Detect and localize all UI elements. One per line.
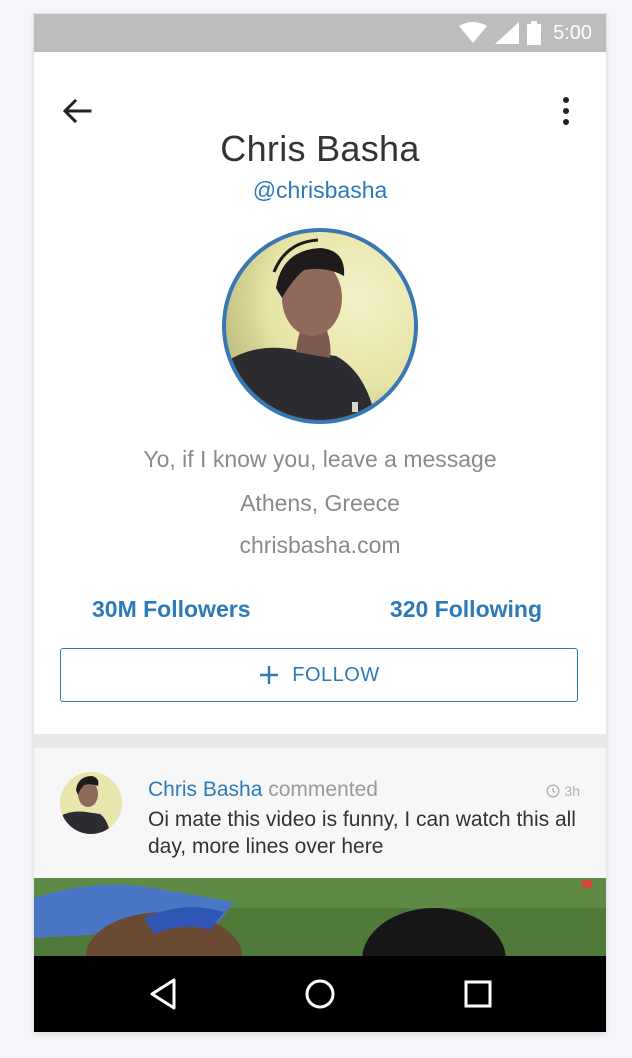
avatar-ring [222,228,418,424]
feed-comment-text: Oi mate this video is funny, I can watch… [148,808,576,858]
feed-author[interactable]: Chris Basha [148,778,262,801]
profile-name: Chris Basha [220,128,420,169]
feed-header: Chris Basha commented [148,778,378,802]
avatar-photo [226,232,414,420]
profile-handle[interactable]: @chrisbasha [34,177,606,204]
overflow-menu-button[interactable] [556,94,576,128]
feed-avatar-photo [60,772,122,834]
battery-icon [527,21,542,45]
follow-button[interactable]: FOLLOW [60,648,578,702]
nav-home-button[interactable] [302,976,338,1012]
followers-count[interactable]: 30M Followers [92,596,250,623]
recents-square-icon [464,980,492,1008]
media-photo [34,878,606,958]
wifi-icon [459,22,488,43]
status-icons: 5:00 [459,14,592,52]
home-circle-icon [305,979,335,1009]
follow-button-label: FOLLOW [292,663,380,686]
feed-action: commented [268,778,378,801]
nav-recents-button[interactable] [460,976,496,1012]
profile-location: Athens, Greece [240,490,400,516]
navigation-bar [34,956,606,1032]
plus-icon [260,666,279,684]
back-button[interactable] [60,94,94,128]
nav-back-button[interactable] [146,976,182,1012]
back-triangle-icon [150,978,176,1010]
clock-icon [546,784,560,798]
feed-time-label: 3h [564,783,580,799]
feed-media-image[interactable] [34,878,606,958]
profile-bio: Yo, if I know you, leave a message [143,446,497,472]
signal-icon [495,22,520,44]
section-divider [34,734,606,748]
status-bar: 5:00 [34,14,606,52]
phone-screen: 5:00 Chris Basha @chrisbasha Yo, if I kn… [34,14,606,1032]
more-vertical-icon [563,97,569,125]
feed-item[interactable]: Chris Basha commented 3h Oi mate this vi… [34,748,606,878]
feed-timestamp: 3h [546,783,580,799]
profile-website[interactable]: chrisbasha.com [34,532,606,559]
profile-card: Chris Basha @chrisbasha Yo, if I know yo… [34,52,606,734]
following-count[interactable]: 320 Following [390,596,542,623]
arrow-left-icon [62,98,92,124]
avatar[interactable] [226,232,414,420]
status-time: 5:00 [553,21,592,44]
feed-avatar[interactable] [60,772,122,834]
